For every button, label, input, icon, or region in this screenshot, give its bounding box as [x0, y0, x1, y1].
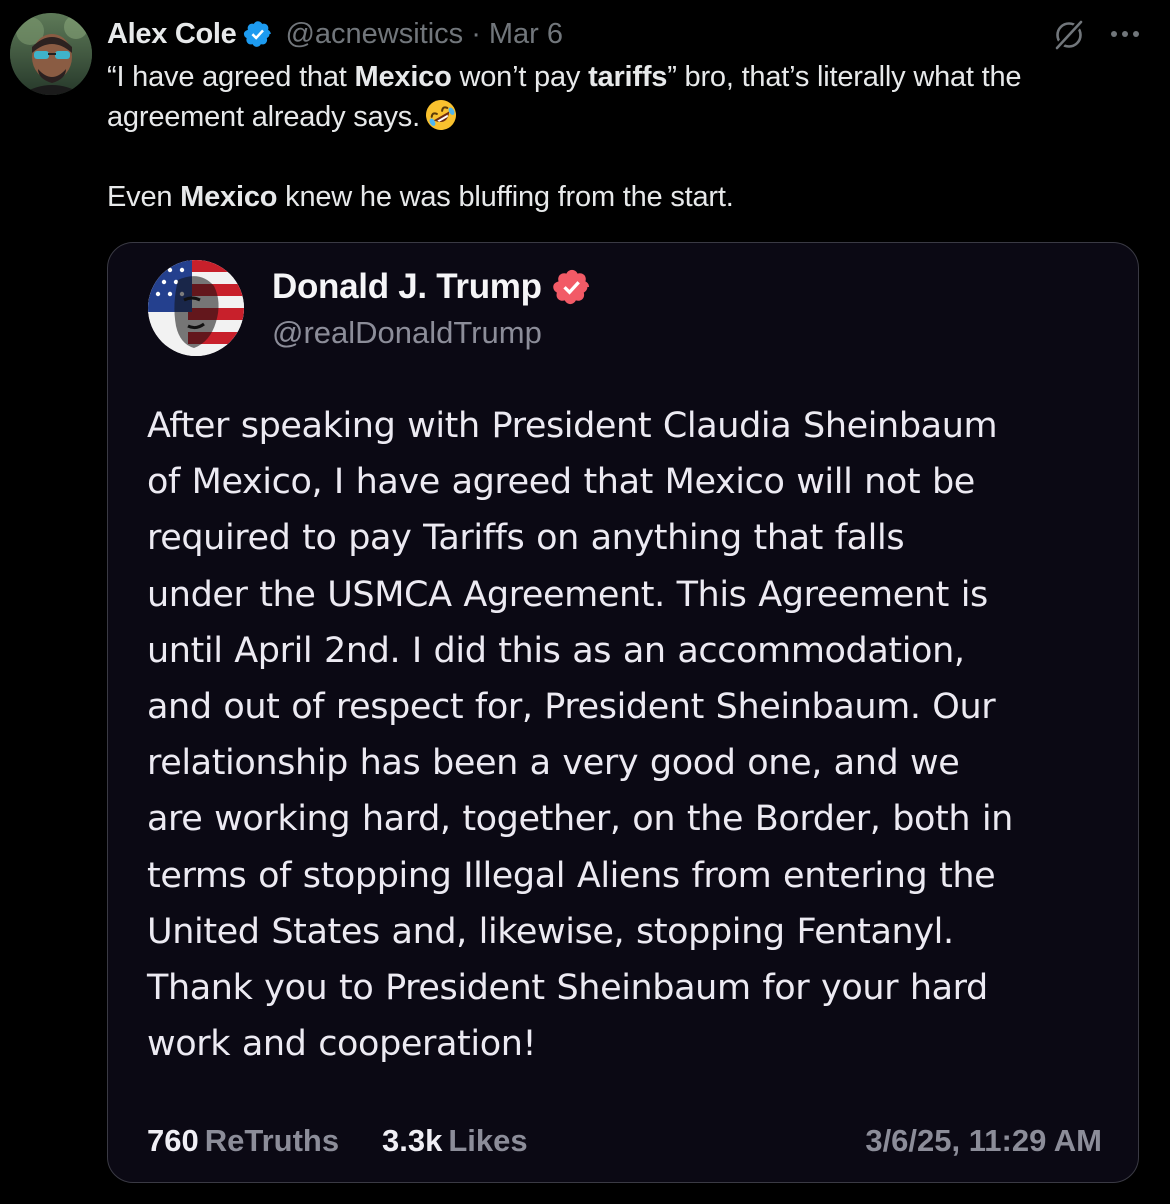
bold-run: Mexico [354, 61, 452, 93]
bold-run: Mexico [180, 181, 278, 213]
retruths-label: ReTruths [204, 1123, 340, 1158]
quoted-body-line: under the USMCA Agreement. This Agreemen… [147, 574, 988, 615]
quoted-body-line: are working hard, together, on the Borde… [147, 799, 1013, 840]
text-run: “I have agreed that [107, 61, 355, 93]
embedded-post-card[interactable]: Donald J. Trump @realDonaldTrump After s… [107, 242, 1139, 1183]
quoted-body-line: work and cooperation! [147, 1024, 537, 1065]
retruths-stat[interactable]: 760 ReTruths [147, 1123, 339, 1159]
post-text: “I have agreed that Mexico won’t pay tar… [107, 57, 1147, 217]
post-text-paragraph-2: Even Mexico knew he was bluffing from th… [107, 177, 1147, 217]
likes-label: Likes [448, 1123, 528, 1158]
quoted-body-line: relationship has been a very good one, a… [147, 743, 960, 784]
verified-badge-icon [243, 19, 273, 49]
quoted-body-line: Thank you to President Sheinbaum for you… [147, 968, 988, 1009]
more-options-icon[interactable] [1107, 16, 1143, 52]
quoted-author-avatar[interactable] [148, 260, 244, 356]
text-run: won’t pay [451, 61, 589, 93]
quoted-author-handle[interactable]: @realDonaldTrump [272, 315, 542, 351]
post-text-paragraph-1: “I have agreed that Mexico won’t pay tar… [107, 57, 1147, 137]
likes-stat[interactable]: 3.3k Likes [382, 1123, 528, 1159]
quoted-body-line: required to pay Tariffs on anything that… [147, 518, 905, 559]
author-handle[interactable]: @acnewsitics [285, 18, 463, 51]
text-run: knew he was bluffing from the start. [277, 181, 734, 213]
separator-dot: · [471, 17, 481, 50]
tweet: Alex Cole @acnewsitics · Mar 6 “I have a… [0, 0, 1170, 1204]
quoted-post-body: After speaking with President Claudia Sh… [147, 398, 1117, 1072]
quoted-author-name[interactable]: Donald J. Trump [272, 267, 542, 307]
post-header: Alex Cole @acnewsitics · Mar 6 [107, 14, 563, 54]
quoted-body-line: and out of respect for, President Sheinb… [147, 687, 996, 728]
rolling-laughing-emoji-icon [424, 98, 458, 132]
quoted-body-line: After speaking with President Claudia Sh… [147, 406, 998, 446]
likes-count: 3.3k [382, 1123, 443, 1158]
bold-run: tariffs [588, 61, 668, 93]
truth-verified-badge-icon [552, 267, 592, 307]
author-name[interactable]: Alex Cole [107, 18, 237, 51]
quoted-footer: 760 ReTruths 3.3k Likes 3/6/25, 11:29 AM [147, 1123, 1102, 1167]
text-run: Even [107, 181, 181, 213]
author-avatar[interactable] [10, 13, 92, 95]
quoted-body-line: United States and, likewise, stopping Fe… [147, 911, 954, 952]
quoted-body-line: of Mexico, I have agreed that Mexico wil… [147, 462, 975, 503]
quoted-timestamp[interactable]: 3/6/25, 11:29 AM [865, 1123, 1102, 1159]
quoted-body-line: until April 2nd. I did this as an accomm… [147, 630, 965, 671]
post-date[interactable]: Mar 6 [489, 18, 563, 51]
quoted-header: Donald J. Trump [272, 267, 592, 307]
quoted-body-line: terms of stopping Illegal Aliens from en… [147, 855, 996, 896]
retruths-count: 760 [147, 1123, 199, 1158]
grok-icon[interactable] [1050, 16, 1088, 54]
